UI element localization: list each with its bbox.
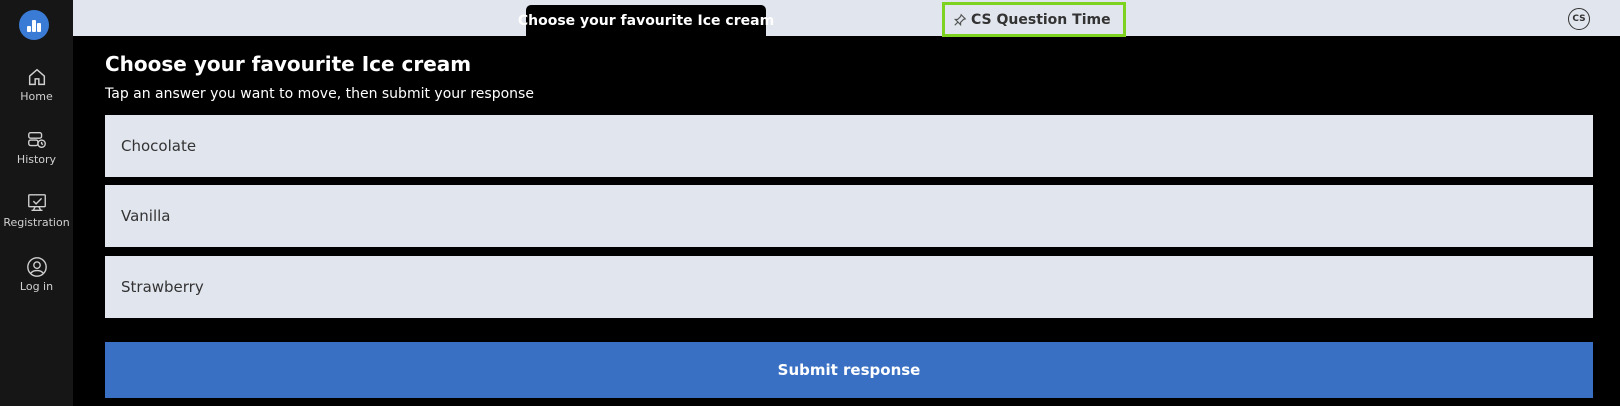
app-logo-icon[interactable]: [19, 10, 49, 40]
top-bar: [73, 0, 1620, 36]
answer-option-vanilla[interactable]: Vanilla: [105, 185, 1593, 247]
tab-label: CS Question Time: [971, 11, 1111, 28]
registration-icon: [27, 194, 46, 212]
history-icon: [27, 131, 46, 149]
answer-label: Vanilla: [121, 207, 171, 225]
page-title: Choose your favourite Ice cream: [105, 52, 472, 76]
avatar-initials: CS: [1572, 14, 1586, 24]
sidebar-item-history[interactable]: History: [0, 129, 73, 166]
tab-label: Choose your favourite Ice cream: [517, 12, 775, 29]
pin-icon: [953, 13, 967, 26]
tab-active-question[interactable]: Choose your favourite Ice cream: [518, 5, 774, 36]
answer-option-chocolate[interactable]: Chocolate: [105, 115, 1593, 177]
sidebar-item-home[interactable]: Home: [0, 66, 73, 103]
home-icon: [28, 68, 45, 86]
sidebar-item-label: Home: [20, 90, 53, 103]
sidebar-item-label: History: [16, 153, 57, 166]
submit-response-button[interactable]: Submit response: [105, 342, 1593, 398]
sidebar: Home History Registration Log in: [0, 0, 73, 406]
answer-label: Chocolate: [121, 137, 197, 155]
sidebar-item-label: Registration: [3, 216, 70, 229]
sidebar-item-registration[interactable]: Registration: [0, 192, 73, 229]
tab-pinned-session[interactable]: CS Question Time: [942, 2, 1126, 37]
sidebar-item-login[interactable]: Log in: [0, 256, 73, 293]
sidebar-item-label: Log in: [19, 280, 54, 293]
answer-label: Strawberry: [121, 278, 204, 296]
instruction-text: Tap an answer you want to move, then sub…: [105, 86, 534, 102]
answer-option-strawberry[interactable]: Strawberry: [105, 256, 1593, 318]
user-avatar[interactable]: CS: [1568, 8, 1590, 30]
login-icon: [26, 257, 47, 277]
